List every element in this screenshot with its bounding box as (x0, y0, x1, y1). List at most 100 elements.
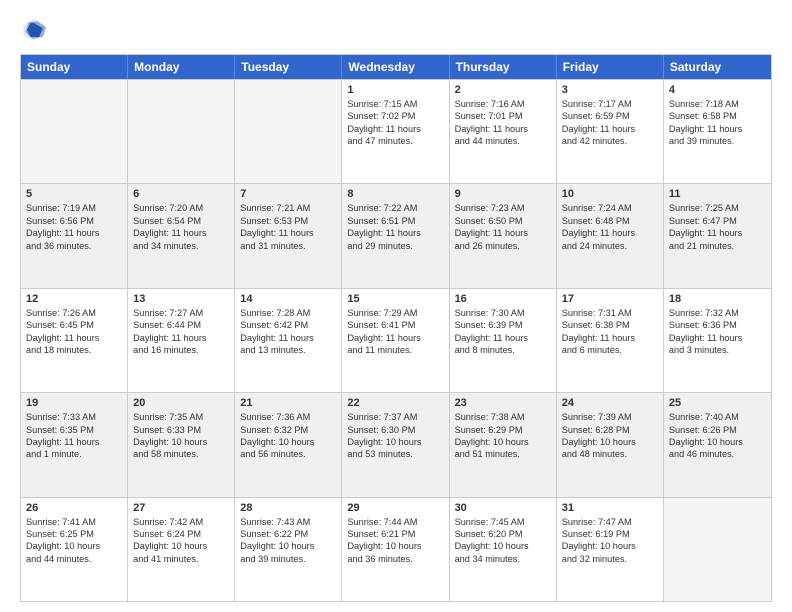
day-info: Sunrise: 7:41 AM Sunset: 6:25 PM Dayligh… (26, 516, 122, 566)
day-info: Sunrise: 7:18 AM Sunset: 6:58 PM Dayligh… (669, 98, 766, 148)
calendar-cell: 16 Sunrise: 7:30 AM Sunset: 6:39 PM Dayli… (450, 289, 557, 392)
day-number: 27 (133, 502, 229, 514)
day-number: 28 (240, 502, 336, 514)
calendar-cell: 1 Sunrise: 7:15 AM Sunset: 7:02 PM Daylig… (342, 80, 449, 183)
day-info: Sunrise: 7:29 AM Sunset: 6:41 PM Dayligh… (347, 307, 443, 357)
day-number: 26 (26, 502, 122, 514)
calendar-cell (664, 498, 771, 601)
logo (20, 16, 52, 44)
day-info: Sunrise: 7:20 AM Sunset: 6:54 PM Dayligh… (133, 202, 229, 252)
calendar-cell (128, 80, 235, 183)
day-info: Sunrise: 7:27 AM Sunset: 6:44 PM Dayligh… (133, 307, 229, 357)
calendar-cell: 15 Sunrise: 7:29 AM Sunset: 6:41 PM Dayli… (342, 289, 449, 392)
day-number: 19 (26, 397, 122, 409)
day-info: Sunrise: 7:36 AM Sunset: 6:32 PM Dayligh… (240, 411, 336, 461)
day-info: Sunrise: 7:28 AM Sunset: 6:42 PM Dayligh… (240, 307, 336, 357)
day-info: Sunrise: 7:22 AM Sunset: 6:51 PM Dayligh… (347, 202, 443, 252)
calendar-cell: 22Sunrise: 7:37 AM Sunset: 6:30 PM Dayli… (342, 393, 449, 496)
day-info: Sunrise: 7:33 AM Sunset: 6:35 PM Dayligh… (26, 411, 122, 461)
day-info: Sunrise: 7:47 AM Sunset: 6:19 PM Dayligh… (562, 516, 658, 566)
day-number: 6 (133, 188, 229, 200)
day-info: Sunrise: 7:40 AM Sunset: 6:26 PM Dayligh… (669, 411, 766, 461)
calendar-row: 12 Sunrise: 7:26 AM Sunset: 6:45 PM Dayli… (21, 288, 771, 392)
calendar-row: 1 Sunrise: 7:15 AM Sunset: 7:02 PM Daylig… (21, 79, 771, 183)
day-number: 14 (240, 293, 336, 305)
day-number: 31 (562, 502, 658, 514)
day-info: Sunrise: 7:35 AM Sunset: 6:33 PM Dayligh… (133, 411, 229, 461)
calendar-header: SundayMondayTuesdayWednesdayThursdayFrid… (21, 55, 771, 79)
day-number: 5 (26, 188, 122, 200)
calendar-row: 26 Sunrise: 7:41 AM Sunset: 6:25 PM Dayli… (21, 497, 771, 601)
day-header-friday: Friday (557, 55, 664, 79)
header (20, 16, 772, 44)
calendar-cell: 2Sunrise: 7:16 AM Sunset: 7:01 PM Daylig… (450, 80, 557, 183)
day-number: 25 (669, 397, 766, 409)
calendar-cell: 21 Sunrise: 7:36 AM Sunset: 6:32 PM Dayli… (235, 393, 342, 496)
day-number: 10 (562, 188, 658, 200)
day-info: Sunrise: 7:17 AM Sunset: 6:59 PM Dayligh… (562, 98, 658, 148)
calendar-cell: 12 Sunrise: 7:26 AM Sunset: 6:45 PM Dayli… (21, 289, 128, 392)
calendar-cell: 6 Sunrise: 7:20 AM Sunset: 6:54 PM Daylig… (128, 184, 235, 287)
day-number: 20 (133, 397, 229, 409)
calendar-row: 5 Sunrise: 7:19 AM Sunset: 6:56 PM Daylig… (21, 183, 771, 287)
day-info: Sunrise: 7:15 AM Sunset: 7:02 PM Dayligh… (347, 98, 443, 148)
calendar-cell: 5 Sunrise: 7:19 AM Sunset: 6:56 PM Daylig… (21, 184, 128, 287)
calendar-row: 19 Sunrise: 7:33 AM Sunset: 6:35 PM Dayli… (21, 392, 771, 496)
calendar-cell: 8 Sunrise: 7:22 AM Sunset: 6:51 PM Daylig… (342, 184, 449, 287)
day-number: 7 (240, 188, 336, 200)
calendar-cell: 9 Sunrise: 7:23 AM Sunset: 6:50 PM Daylig… (450, 184, 557, 287)
day-info: Sunrise: 7:38 AM Sunset: 6:29 PM Dayligh… (455, 411, 551, 461)
day-info: Sunrise: 7:42 AM Sunset: 6:24 PM Dayligh… (133, 516, 229, 566)
day-info: Sunrise: 7:43 AM Sunset: 6:22 PM Dayligh… (240, 516, 336, 566)
calendar-cell: 27 Sunrise: 7:42 AM Sunset: 6:24 PM Dayli… (128, 498, 235, 601)
calendar-cell: 3 Sunrise: 7:17 AM Sunset: 6:59 PM Daylig… (557, 80, 664, 183)
day-header-wednesday: Wednesday (342, 55, 449, 79)
calendar-cell: 23 Sunrise: 7:38 AM Sunset: 6:29 PM Dayli… (450, 393, 557, 496)
calendar-cell: 29 Sunrise: 7:44 AM Sunset: 6:21 PM Dayli… (342, 498, 449, 601)
calendar-cell: 14 Sunrise: 7:28 AM Sunset: 6:42 PM Dayli… (235, 289, 342, 392)
day-info: Sunrise: 7:32 AM Sunset: 6:36 PM Dayligh… (669, 307, 766, 357)
day-info: Sunrise: 7:24 AM Sunset: 6:48 PM Dayligh… (562, 202, 658, 252)
calendar-cell: 25 Sunrise: 7:40 AM Sunset: 6:26 PM Dayli… (664, 393, 771, 496)
day-info: Sunrise: 7:26 AM Sunset: 6:45 PM Dayligh… (26, 307, 122, 357)
calendar-cell: 19 Sunrise: 7:33 AM Sunset: 6:35 PM Dayli… (21, 393, 128, 496)
calendar: SundayMondayTuesdayWednesdayThursdayFrid… (20, 54, 772, 602)
calendar-cell: 20 Sunrise: 7:35 AM Sunset: 6:33 PM Dayli… (128, 393, 235, 496)
day-number: 11 (669, 188, 766, 200)
day-number: 30 (455, 502, 551, 514)
calendar-cell: 13Sunrise: 7:27 AM Sunset: 6:44 PM Dayli… (128, 289, 235, 392)
day-number: 16 (455, 293, 551, 305)
day-info: Sunrise: 7:31 AM Sunset: 6:38 PM Dayligh… (562, 307, 658, 357)
day-number: 1 (347, 84, 443, 96)
day-info: Sunrise: 7:23 AM Sunset: 6:50 PM Dayligh… (455, 202, 551, 252)
calendar-cell (235, 80, 342, 183)
calendar-cell: 18Sunrise: 7:32 AM Sunset: 6:36 PM Dayli… (664, 289, 771, 392)
day-header-monday: Monday (128, 55, 235, 79)
day-info: Sunrise: 7:44 AM Sunset: 6:21 PM Dayligh… (347, 516, 443, 566)
day-number: 21 (240, 397, 336, 409)
calendar-cell: 28 Sunrise: 7:43 AM Sunset: 6:22 PM Dayli… (235, 498, 342, 601)
day-number: 9 (455, 188, 551, 200)
day-number: 8 (347, 188, 443, 200)
calendar-body: 1 Sunrise: 7:15 AM Sunset: 7:02 PM Daylig… (21, 79, 771, 601)
calendar-cell: 24Sunrise: 7:39 AM Sunset: 6:28 PM Dayli… (557, 393, 664, 496)
day-info: Sunrise: 7:30 AM Sunset: 6:39 PM Dayligh… (455, 307, 551, 357)
day-info: Sunrise: 7:16 AM Sunset: 7:01 PM Dayligh… (455, 98, 551, 148)
day-header-thursday: Thursday (450, 55, 557, 79)
day-number: 12 (26, 293, 122, 305)
page: SundayMondayTuesdayWednesdayThursdayFrid… (0, 0, 792, 612)
calendar-cell: 11 Sunrise: 7:25 AM Sunset: 6:47 PM Dayli… (664, 184, 771, 287)
calendar-cell: 26 Sunrise: 7:41 AM Sunset: 6:25 PM Dayli… (21, 498, 128, 601)
day-number: 29 (347, 502, 443, 514)
day-info: Sunrise: 7:21 AM Sunset: 6:53 PM Dayligh… (240, 202, 336, 252)
day-info: Sunrise: 7:19 AM Sunset: 6:56 PM Dayligh… (26, 202, 122, 252)
day-number: 24 (562, 397, 658, 409)
day-number: 17 (562, 293, 658, 305)
day-info: Sunrise: 7:25 AM Sunset: 6:47 PM Dayligh… (669, 202, 766, 252)
calendar-cell (21, 80, 128, 183)
day-info: Sunrise: 7:45 AM Sunset: 6:20 PM Dayligh… (455, 516, 551, 566)
day-number: 15 (347, 293, 443, 305)
day-number: 23 (455, 397, 551, 409)
day-number: 3 (562, 84, 658, 96)
calendar-cell: 4Sunrise: 7:18 AM Sunset: 6:58 PM Daylig… (664, 80, 771, 183)
